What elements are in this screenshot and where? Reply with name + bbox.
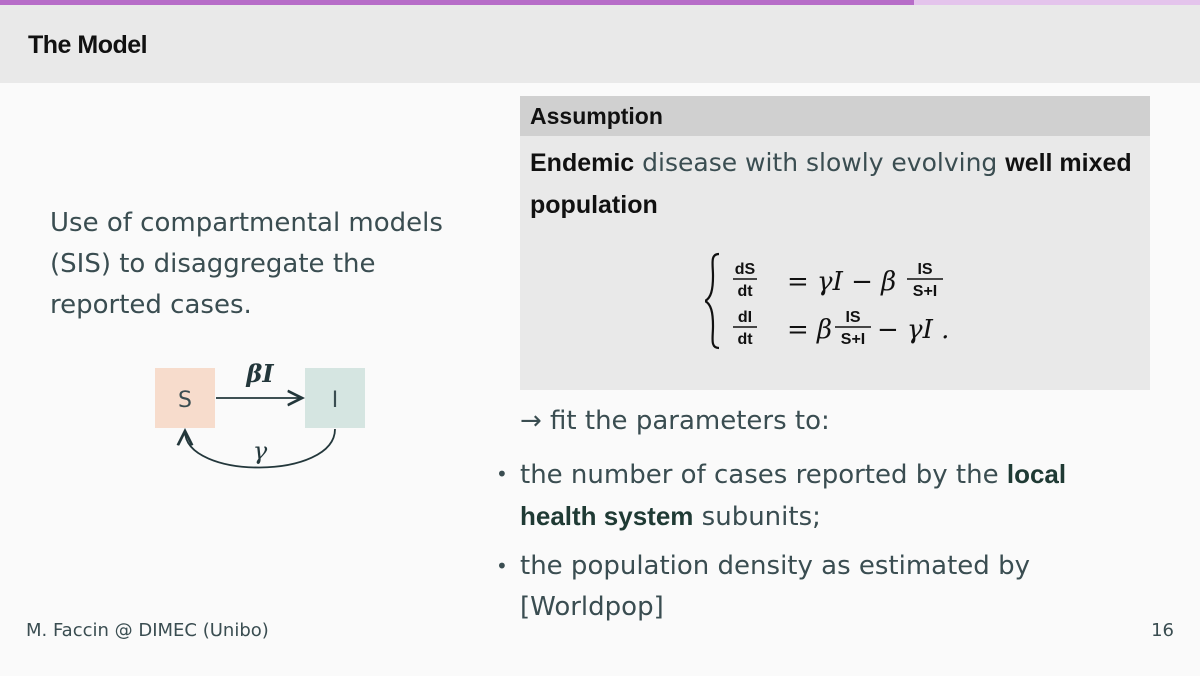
eq1-rhs: = γI − β: [787, 267, 896, 297]
eq1-frac-num: IS: [917, 261, 932, 278]
eq2-frac-den: S+I: [841, 331, 865, 348]
fit-list: • the number of cases reported by the loc…: [496, 454, 1146, 636]
fit-line: → fit the parameters to:: [520, 406, 830, 436]
eq2-frac-num: IS: [845, 309, 860, 326]
sis-equations: dS dt dI dt = γI − β = β − γI . IS S+I I…: [705, 252, 949, 350]
footer-author: M. Faccin @ DIMEC (Unibo): [26, 620, 269, 641]
block-text: disease with slowly evolving: [634, 148, 1006, 177]
i-label: I: [332, 388, 339, 413]
back-rate: γ: [253, 437, 268, 465]
block-body: Endemic disease with slowly evolving wel…: [520, 136, 1150, 226]
eq2-lhs-num: dI: [738, 309, 752, 326]
page-number: 16: [1151, 620, 1174, 641]
brace: [705, 252, 720, 350]
list-item: • the number of cases reported by the loc…: [496, 454, 1146, 538]
bullet-icon: •: [496, 462, 508, 486]
bullet-icon: •: [496, 554, 508, 578]
eq1-frac-den: S+I: [913, 283, 937, 300]
eq1-lhs-num: dS: [735, 261, 756, 278]
assumption-block: Assumption Endemic disease with slowly e…: [520, 96, 1150, 390]
left-description: Use of compartmental models (SIS) to dis…: [50, 208, 443, 320]
block-title: Assumption: [520, 96, 1150, 136]
s-label: S: [178, 388, 192, 413]
bold-endemic: Endemic: [530, 149, 635, 177]
slide-title: The Model: [28, 31, 148, 59]
eq1-lhs-den: dt: [737, 283, 753, 300]
list-item: • the population density as estimated by …: [496, 546, 1146, 628]
sis-diagram: S I βI γ: [155, 359, 365, 469]
forward-rate: βI: [245, 359, 274, 388]
eq2-rhs-b: − γI .: [877, 315, 949, 345]
slide-header: The Model: [0, 5, 1200, 83]
eq2-lhs-den: dt: [737, 331, 753, 348]
eq2-rhs-a: = β: [787, 315, 832, 345]
